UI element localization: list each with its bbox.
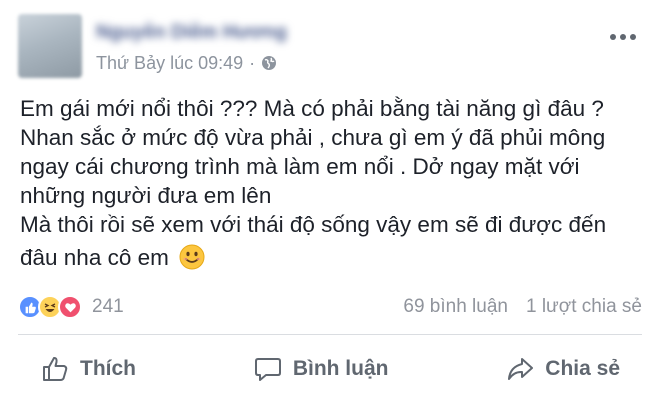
thumbs-up-icon	[43, 356, 68, 381]
like-label: Thích	[80, 357, 136, 380]
stats-right: 69 bình luận 1 lượt chia sẻ	[403, 296, 642, 318]
post-line: Em gái mới nổi thôi ??? Mà có phải bằng …	[20, 96, 604, 121]
author-name[interactable]: Nguyễn Diễm Hương	[96, 22, 346, 44]
meta-separator: ·	[249, 52, 256, 73]
more-options-icon[interactable]	[610, 30, 640, 44]
share-count[interactable]: 1 lượt chia sẻ	[526, 296, 642, 318]
post-meta: Thứ Bảy lúc 09:49 ·	[96, 52, 277, 74]
post-line: đâu nha cô em	[20, 245, 169, 270]
post-line: Nhan sắc ở mức độ vừa phải , chưa gì em …	[20, 125, 606, 150]
avatar[interactable]	[18, 14, 82, 78]
post-header: Nguyễn Diễm Hương Thứ Bảy lúc 09:49 ·	[0, 0, 660, 88]
post-line-last: đâu nha cô em	[20, 243, 650, 272]
action-bar: Thích Bình luận Chia sẻ	[18, 346, 642, 392]
share-button[interactable]: Chia sẻ	[483, 354, 642, 384]
comment-label: Bình luận	[292, 357, 389, 380]
share-icon	[508, 358, 534, 380]
love-reaction-icon	[58, 295, 82, 319]
globe-icon	[262, 56, 277, 70]
comment-button[interactable]: Bình luận	[231, 354, 411, 384]
share-label: Chia sẻ	[545, 357, 620, 380]
post-line: ngay cái chương trình mà làm em nổi . Dở…	[20, 154, 580, 179]
post-stats: 241 69 bình luận 1 lượt chia sẻ	[18, 292, 642, 322]
post-line: những người đưa em lên	[20, 183, 272, 208]
post-line: Mà thôi rồi sẽ xem với thái độ sống vậy …	[20, 212, 607, 237]
smiley-emoji	[179, 244, 205, 270]
post-text: Em gái mới nổi thôi ??? Mà có phải bằng …	[20, 94, 650, 272]
comment-icon	[254, 358, 281, 381]
comment-count[interactable]: 69 bình luận	[403, 296, 508, 318]
like-button[interactable]: Thích	[18, 354, 158, 384]
reaction-count[interactable]: 241	[92, 296, 124, 318]
divider	[18, 334, 642, 335]
timestamp[interactable]: Thứ Bảy lúc 09:49	[96, 53, 243, 74]
reactions[interactable]: 241	[18, 295, 124, 319]
